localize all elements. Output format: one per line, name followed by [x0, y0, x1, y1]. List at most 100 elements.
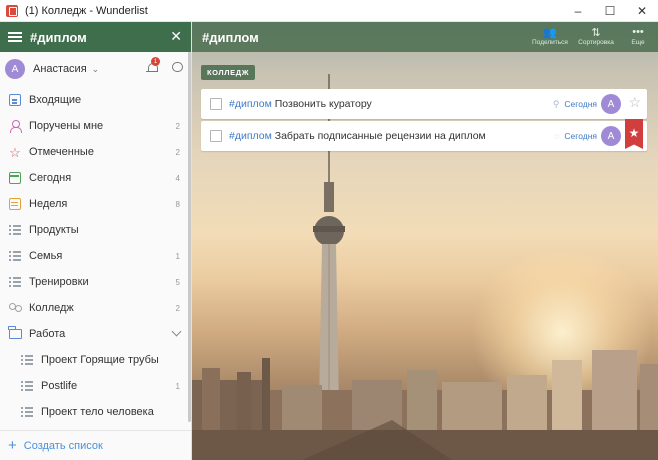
sidebar-item-college[interactable]: Колледж 2 — [0, 295, 188, 321]
list-icon — [8, 275, 22, 289]
task-checkbox[interactable] — [210, 130, 222, 142]
maximize-button[interactable]: ☐ — [594, 0, 626, 22]
inbox-icon — [8, 93, 22, 107]
sidebar-item-label: Семья — [29, 250, 63, 262]
sidebar-item-label: Проект Горящие трубы — [41, 354, 159, 366]
sidebar-item-label: Работа — [29, 328, 66, 340]
task-assignee-avatar: А — [601, 126, 621, 146]
sidebar-item-postlife[interactable]: Postlife 1 — [0, 373, 188, 399]
plus-icon: + — [8, 437, 17, 454]
background-city-skyline — [192, 350, 658, 460]
sidebar-item-inbox[interactable]: Входящие — [0, 87, 188, 113]
sidebar-item-assigned-to-me[interactable]: Поручены мне 2 — [0, 113, 188, 139]
task-hashtag[interactable]: #диплом — [229, 130, 272, 142]
task-text: Позвонить куратору — [274, 98, 372, 110]
user-dropdown-chevron-icon[interactable]: ⌄ — [92, 64, 100, 75]
sidebar-item-week[interactable]: Неделя 8 — [0, 191, 188, 217]
sidebar-item-count: 2 — [175, 121, 180, 131]
star-icon: ☆ — [9, 144, 21, 160]
list-header: #диплом 👥 Поделиться ⇅ Сортировка ••• Ещ… — [192, 22, 658, 52]
folder-collapse-chevron-icon[interactable] — [171, 326, 182, 337]
folder-icon — [8, 326, 22, 341]
user-name[interactable]: Анастасия — [33, 63, 87, 75]
shared-list-icon — [8, 301, 22, 315]
sidebar-item-count: 4 — [175, 173, 180, 183]
window-controls: – ☐ ✕ — [562, 0, 658, 22]
sidebar-item-count: 5 — [175, 277, 180, 287]
sort-button[interactable]: ⇅ Сортировка — [574, 25, 618, 47]
close-window-button[interactable]: ✕ — [626, 0, 658, 22]
sidebar-item-count: 1 — [175, 381, 180, 391]
more-dots-icon: ••• — [632, 26, 644, 38]
list-section-heading[interactable]: КОЛЛЕДЖ — [201, 65, 256, 80]
user-avatar: А — [5, 59, 25, 79]
task-row[interactable]: #диплом Позвонить куратору ⚲ Сегодня А ☆ — [201, 89, 647, 119]
sidebar-item-label: Проект тело человека — [41, 406, 154, 418]
share-button[interactable]: 👥 Поделиться — [528, 25, 572, 47]
task-due: ◌ Сегодня — [554, 131, 597, 141]
sidebar-item-human-body[interactable]: Проект тело человека — [0, 399, 188, 425]
create-list-button[interactable]: + Создать список — [0, 430, 191, 460]
sidebar-item-label: Колледж — [29, 302, 74, 314]
sidebar-item-label: Продукты — [29, 224, 79, 236]
sidebar-item-label: Отмеченные — [29, 146, 94, 158]
wunderlist-app-icon — [6, 4, 18, 17]
sidebar-item-label: Поручены мне — [29, 120, 104, 132]
minimize-button[interactable]: – — [562, 0, 594, 22]
sidebar-item-starred[interactable]: ☆ Отмеченные 2 — [0, 139, 188, 165]
task-checkbox[interactable] — [210, 98, 222, 110]
task-title[interactable]: #диплом Забрать подписанные рецензии на … — [229, 130, 486, 142]
sort-label: Сортировка — [578, 39, 614, 46]
more-label: Еще — [631, 39, 645, 46]
list-icon — [8, 223, 22, 237]
sidebar-header: #диплом ✕ — [0, 22, 191, 52]
calendar-icon — [8, 171, 22, 185]
hamburger-menu-icon[interactable] — [8, 32, 22, 42]
task-due: ⚲ Сегодня — [553, 99, 597, 110]
list-title: #диплом — [202, 29, 259, 45]
sidebar-item-burning-pipes[interactable]: Проект Горящие трубы — [0, 347, 188, 373]
list-icon — [8, 249, 22, 263]
sidebar-search-title[interactable]: #диплом — [30, 30, 87, 45]
window-titlebar: (1) Колледж - Wunderlist – ☐ ✕ — [0, 0, 658, 22]
sidebar-item-label: Тренировки — [29, 276, 89, 288]
task-row[interactable]: #диплом Забрать подписанные рецензии на … — [201, 119, 647, 151]
sort-arrows-icon: ⇅ — [591, 26, 601, 39]
sidebar-list-nav: Входящие Поручены мне 2 ☆ Отмеченные 2 С… — [0, 87, 188, 425]
share-people-icon: 👥 — [543, 26, 557, 39]
create-list-label: Создать список — [23, 439, 103, 452]
sidebar-item-workouts[interactable]: Тренировки 5 — [0, 269, 188, 295]
star-toggle-icon[interactable]: ☆ — [628, 95, 641, 109]
pin-icon: ⚲ — [552, 98, 560, 109]
list-icon — [20, 353, 34, 367]
main-panel: #диплом 👥 Поделиться ⇅ Сортировка ••• Ещ… — [192, 22, 658, 460]
close-search-icon[interactable]: ✕ — [170, 28, 182, 45]
comment-icon: ◌ — [554, 131, 560, 141]
sidebar-item-label: Сегодня — [29, 172, 72, 184]
more-button[interactable]: ••• Еще — [616, 25, 658, 46]
task-due-label: Сегодня — [564, 131, 597, 141]
task-title[interactable]: #диплом Позвонить куратору — [229, 98, 372, 110]
sidebar-item-count: 2 — [175, 303, 180, 313]
sidebar-item-label: Неделя — [29, 198, 68, 210]
task-hashtag[interactable]: #диплом — [229, 98, 272, 110]
starred-ribbon-icon[interactable]: ★ — [625, 119, 643, 149]
week-icon — [8, 197, 22, 211]
list-icon — [20, 379, 34, 393]
task-due-label: Сегодня — [564, 99, 597, 109]
sidebar-item-label: Входящие — [29, 94, 82, 106]
sidebar-item-count: 1 — [175, 251, 180, 261]
user-row[interactable]: А Анастасия ⌄ 1 — [0, 52, 191, 86]
person-icon — [8, 119, 22, 133]
conversations-icon[interactable] — [172, 62, 183, 72]
task-text: Забрать подписанные рецензии на диплом — [274, 130, 486, 142]
sidebar-folder-work[interactable]: Работа — [0, 321, 188, 347]
sidebar-scrollbar[interactable] — [188, 52, 191, 422]
list-icon — [20, 405, 34, 419]
notification-count-badge: 1 — [151, 57, 160, 66]
sidebar-item-family[interactable]: Семья 1 — [0, 243, 188, 269]
sidebar-item-count: 8 — [175, 199, 180, 209]
sidebar-item-today[interactable]: Сегодня 4 — [0, 165, 188, 191]
sidebar-item-label: Postlife — [41, 380, 78, 392]
sidebar-item-groceries[interactable]: Продукты — [0, 217, 188, 243]
